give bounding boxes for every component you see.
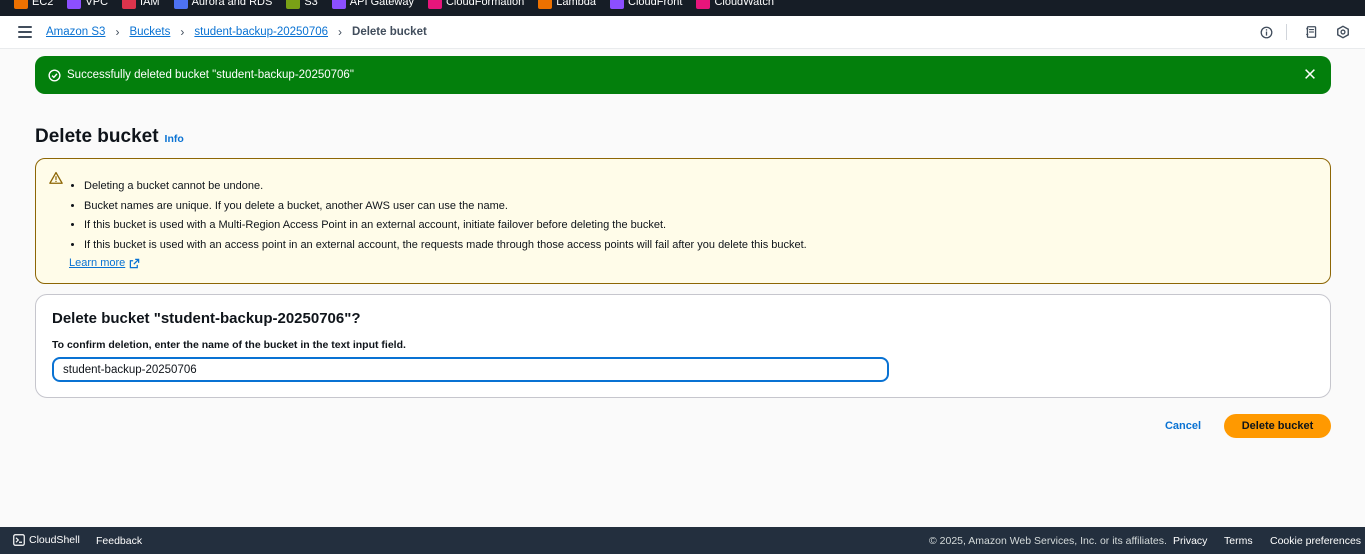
rds-icon [173, 0, 188, 9]
privacy-link[interactable]: Privacy [1173, 535, 1207, 547]
confirm-delete-container: Delete bucket "student-backup-20250706"?… [35, 294, 1331, 398]
warning-item: If this bucket is used with a Multi-Regi… [84, 216, 807, 236]
cloudshell-label: CloudShell [29, 534, 80, 546]
notes-icon[interactable] [1303, 24, 1319, 40]
warning-alert: Deleting a bucket cannot be undone. Buck… [35, 158, 1331, 284]
service-label: IAM [140, 0, 160, 8]
cloudwatch-icon [696, 0, 711, 9]
learn-more-link[interactable]: Learn more [69, 257, 140, 269]
service-label: Aurora and RDS [191, 0, 273, 8]
breadcrumb-bar: Amazon S3 › Buckets › student-backup-202… [0, 16, 1365, 49]
api-gateway-icon [331, 0, 346, 9]
copyright-text: © 2025, Amazon Web Services, Inc. or its… [929, 535, 1167, 547]
feedback-link[interactable]: Feedback [96, 535, 142, 547]
settings-hexagon-icon[interactable] [1335, 24, 1351, 40]
service-label: S3 [304, 0, 318, 8]
service-cloudformation[interactable]: CloudFormation [427, 0, 525, 10]
breadcrumb: Amazon S3 › Buckets › student-backup-202… [46, 25, 427, 39]
footer: CloudShell Feedback © 2025, Amazon Web S… [0, 527, 1365, 554]
service-iam[interactable]: IAM [122, 0, 160, 10]
chevron-right-icon: › [180, 25, 185, 39]
service-label: VPC [85, 0, 109, 8]
service-label: API Gateway [349, 0, 414, 8]
warning-item: Bucket names are unique. If you delete a… [84, 197, 807, 217]
confirm-heading: Delete bucket "student-backup-20250706"? [52, 310, 361, 327]
s3-icon [286, 0, 301, 9]
service-s3[interactable]: S3 [286, 0, 318, 10]
info-circle-icon[interactable] [1258, 24, 1274, 40]
chevron-right-icon: › [115, 25, 120, 39]
success-flash-banner: Successfully deleted bucket "student-bac… [35, 56, 1331, 94]
service-lambda[interactable]: Lambda [538, 0, 596, 10]
confirm-label: To confirm deletion, enter the name of t… [52, 339, 406, 351]
ec2-icon [14, 0, 28, 9]
external-link-icon [130, 258, 140, 268]
page-header: Delete bucket Info [35, 126, 184, 148]
service-cloudwatch[interactable]: CloudWatch [696, 0, 774, 10]
terminal-icon [13, 534, 25, 546]
service-api-gateway[interactable]: API Gateway [331, 0, 414, 10]
vpc-icon [67, 0, 82, 9]
warning-item: Deleting a bucket cannot be undone. [84, 177, 807, 197]
service-ec2[interactable]: EC2 [14, 0, 53, 10]
service-rds[interactable]: Aurora and RDS [173, 0, 273, 10]
service-cloudfront[interactable]: CloudFront [610, 0, 682, 10]
breadcrumb-buckets[interactable]: Buckets [129, 26, 170, 38]
service-label: CloudFront [628, 0, 683, 8]
service-label: CloudFormation [445, 0, 525, 8]
warning-list: Deleting a bucket cannot be undone. Buck… [84, 177, 807, 255]
iam-icon [122, 0, 137, 9]
services-favorites-bar: EC2 VPC IAM Aurora and RDS S3 API Gatewa… [0, 0, 1365, 16]
header-tools [1242, 24, 1351, 40]
cancel-button[interactable]: Cancel [1158, 414, 1208, 438]
delete-bucket-button[interactable]: Delete bucket [1224, 414, 1331, 438]
service-label: Lambda [556, 0, 597, 8]
service-label: CloudWatch [714, 0, 774, 8]
breadcrumb-current: Delete bucket [352, 26, 427, 38]
check-circle-icon [48, 68, 61, 82]
service-vpc[interactable]: VPC [67, 0, 108, 10]
warning-icon [49, 171, 63, 184]
warning-item: If this bucket is used with an access po… [84, 236, 807, 256]
page-title: Delete bucket [35, 126, 159, 147]
cookie-preferences-link[interactable]: Cookie preferences [1270, 535, 1361, 547]
cloudformation-icon [427, 0, 442, 9]
info-link[interactable]: Info [165, 133, 184, 145]
breadcrumb-bucket-name[interactable]: student-backup-20250706 [194, 26, 328, 38]
flash-message: Successfully deleted bucket "student-bac… [67, 69, 354, 81]
terms-link[interactable]: Terms [1224, 535, 1253, 547]
cloudshell-button[interactable]: CloudShell [13, 534, 80, 546]
lambda-icon [538, 0, 553, 9]
divider [1286, 24, 1287, 40]
chevron-right-icon: › [338, 25, 343, 39]
bucket-name-input[interactable] [52, 357, 889, 382]
menu-icon[interactable] [18, 26, 32, 38]
breadcrumb-amazon-s3[interactable]: Amazon S3 [46, 26, 105, 38]
learn-more-label: Learn more [69, 257, 126, 269]
cloudfront-icon [610, 0, 625, 9]
close-icon[interactable] [1303, 67, 1317, 81]
service-label: EC2 [32, 0, 54, 8]
